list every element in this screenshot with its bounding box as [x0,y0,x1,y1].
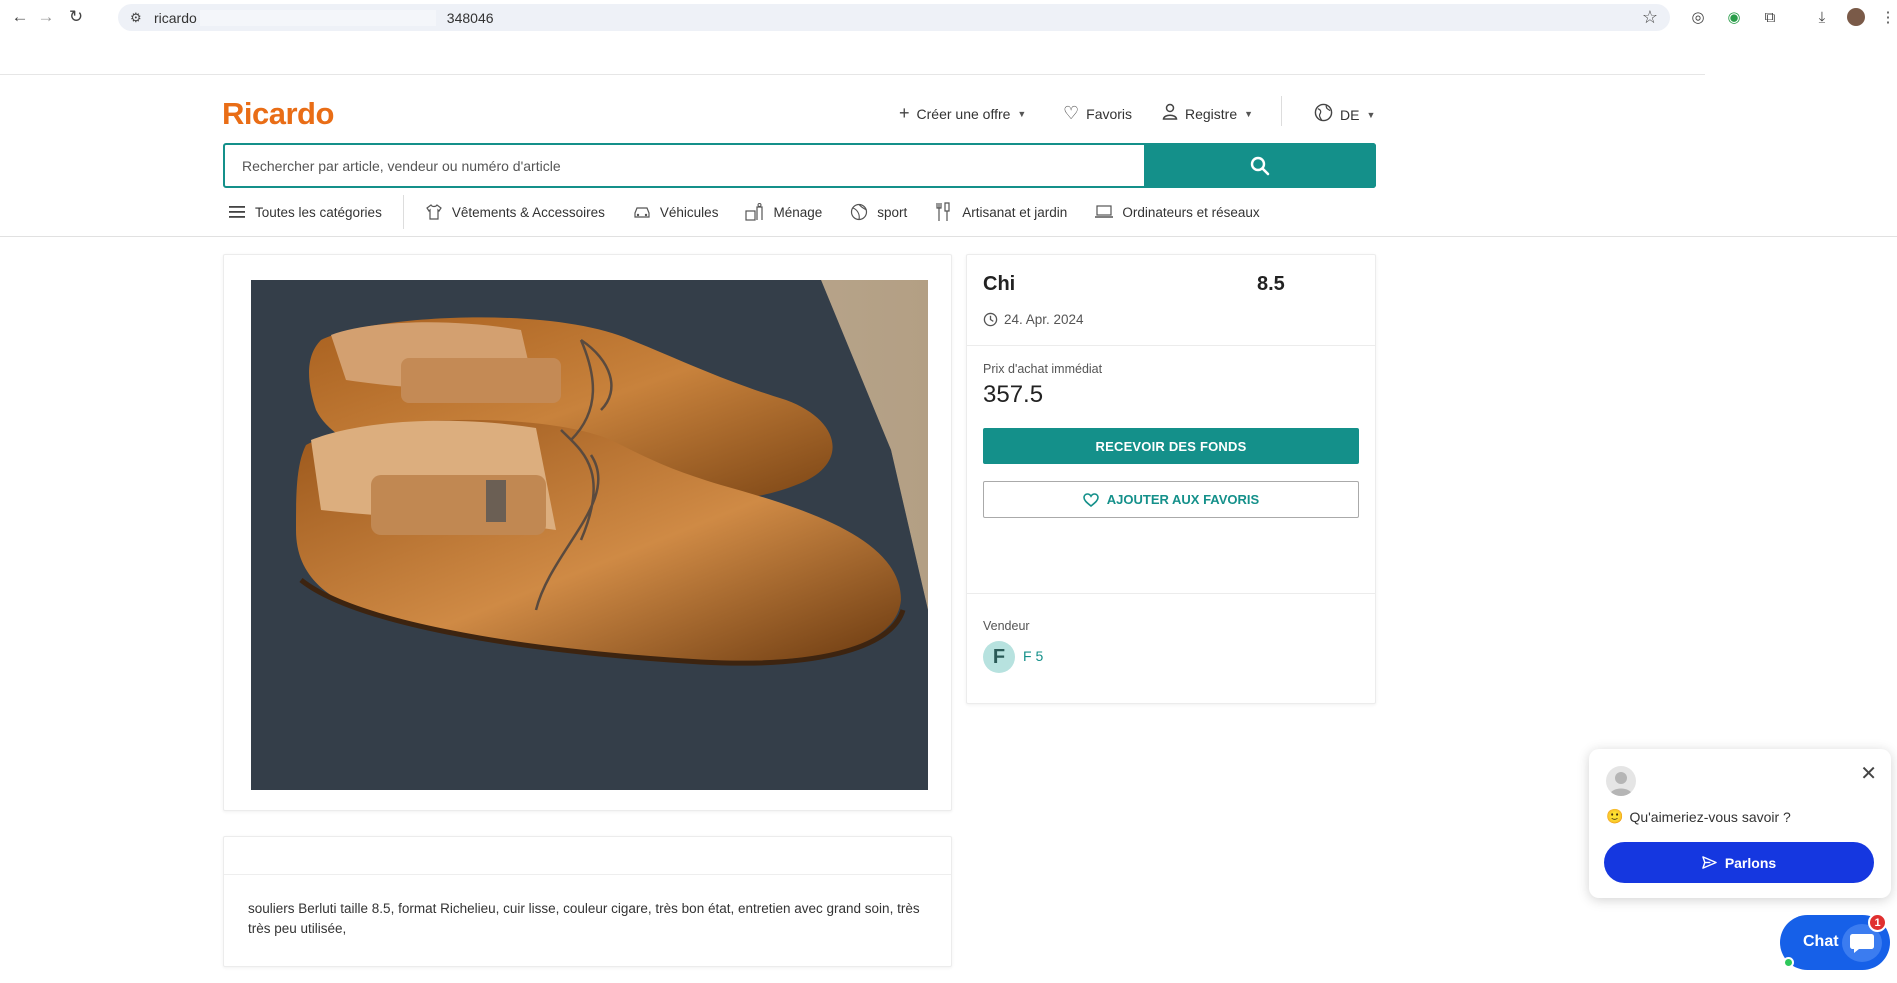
bookmark-star-icon[interactable]: ☆ [1642,7,1658,28]
product-image[interactable] [251,280,928,790]
category-sport[interactable]: sport [849,203,907,221]
receive-funds-button[interactable]: RECEVOIR DES FONDS [983,428,1359,464]
seller-name-link[interactable]: F 5 [1023,648,1043,664]
divider [402,195,404,229]
close-icon[interactable]: ✕ [1860,761,1877,786]
language-label: DE [1340,107,1360,123]
image-gallery [223,254,952,811]
extension-icon[interactable]: ◎ [1688,7,1708,27]
menu-icon[interactable]: ⋮ [1878,7,1897,27]
divider [967,593,1375,594]
category-label: Toutes les catégories [255,204,382,220]
category-crafts-garden[interactable]: Artisanat et jardin [934,202,1068,221]
online-status-dot [1783,957,1794,968]
listing-date: 24. Apr. 2024 [983,312,1084,327]
download-icon[interactable]: ⤓ [1812,7,1832,27]
chat-launcher[interactable]: Chat 1 [1780,913,1890,970]
listing-title: Chi [983,273,1016,295]
laptop-icon [1094,203,1114,221]
category-nav: Toutes les catégories Vêtements & Access… [227,195,1287,229]
price-value: 357.5 [983,381,1044,408]
category-household[interactable]: Ménage [745,203,822,221]
browser-toolbar: ← → ↻ ⚙ ricardo 348046 ☆ ◎ ◉ ⧉ ⤓ ⋮ [0,0,1897,34]
profile-avatar-icon[interactable] [1846,7,1866,27]
price-label: Prix d'achat immédiat [983,362,1103,376]
language-selector[interactable]: DE ▼ [1314,103,1375,127]
category-vehicles[interactable]: Véhicules [632,203,719,221]
unread-badge: 1 [1868,913,1887,932]
description-card: souliers Berluti taille 8.5, format Rich… [223,836,952,967]
extension-icon[interactable]: ◉ [1724,7,1744,27]
heart-icon [1082,492,1099,507]
search-bar [223,143,1376,188]
address-bar[interactable]: ⚙ ricardo 348046 ☆ [118,4,1670,31]
car-icon [632,203,652,221]
start-chat-button[interactable]: Parlons [1604,842,1874,883]
smile-icon: 🙂 [1606,808,1624,824]
forward-icon[interactable]: → [36,7,56,27]
category-label: Véhicules [659,204,719,220]
heart-icon: ♡ [1063,103,1080,123]
category-label: Ordinateurs et réseaux [1122,204,1260,220]
favorites-button-label: AJOUTER AUX FAVORIS [1106,492,1260,507]
description-header [224,837,951,875]
chevron-down-icon: ▼ [1244,109,1254,119]
seller-label: Vendeur [983,619,1030,633]
divider [0,236,1897,237]
site-info-icon[interactable]: ⚙ [130,10,146,26]
search-input[interactable] [225,145,1145,186]
favorites-link[interactable]: ♡ Favoris [1063,103,1132,124]
ball-icon [849,203,869,221]
category-label: Ménage [773,204,823,220]
category-label: sport [877,204,908,220]
add-to-favorites-button[interactable]: AJOUTER AUX FAVORIS [983,481,1359,518]
household-icon [745,203,765,221]
reload-icon[interactable]: ↻ [66,7,86,27]
search-button[interactable] [1144,143,1376,188]
create-offer-label: Créer une offre [916,105,1011,122]
category-clothing[interactable]: Vêtements & Accessoires [424,203,605,221]
user-icon [1162,103,1178,125]
listing-title-end: 8.5 [1257,273,1285,295]
divider [1281,96,1282,126]
tools-icon [934,202,954,221]
puzzle-extension-icon[interactable]: ⧉ [1760,7,1780,27]
plus-icon: + [899,103,910,123]
category-all[interactable]: Toutes les catégories [227,203,382,221]
chat-launcher-label: Chat [1803,933,1839,950]
favorites-label: Favoris [1086,105,1133,122]
register-menu[interactable]: Registre ▼ [1162,103,1253,125]
create-offer-menu[interactable]: + Créer une offre ▼ [899,103,1026,124]
date-text: 24. Apr. 2024 [1004,312,1084,327]
logo[interactable]: Ricardo [222,96,334,132]
divider [967,345,1375,346]
category-label: Artisanat et jardin [962,204,1068,220]
listing-info-card: Chi 8.5 24. Apr. 2024 Prix d'achat imméd… [966,254,1376,704]
chat-popup: ✕ 🙂 Qu'aimeriez-vous savoir ? Parlons [1589,749,1891,898]
chat-question: 🙂 Qu'aimeriez-vous savoir ? [1606,808,1791,825]
chat-question-text: Qu'aimeriez-vous savoir ? [1629,808,1791,825]
send-icon [1702,856,1717,869]
divider [0,74,1705,75]
bot-avatar [1606,766,1636,796]
description-text: souliers Berluti taille 8.5, format Rich… [248,901,920,936]
chevron-down-icon: ▼ [1017,108,1027,119]
url-redaction [200,10,436,26]
start-chat-label: Parlons [1724,854,1777,871]
category-computers[interactable]: Ordinateurs et réseaux [1094,203,1260,221]
shirt-icon [424,203,444,221]
back-icon[interactable]: ← [10,7,30,27]
seller-avatar[interactable]: F [983,641,1015,673]
register-label: Registre [1185,106,1238,122]
search-icon [1250,156,1270,175]
chevron-down-icon: ▼ [1366,110,1376,120]
category-label: Vêtements & Accessoires [451,204,605,220]
hamburger-icon [227,203,247,221]
globe-icon [1314,103,1333,127]
clock-icon [983,312,998,327]
